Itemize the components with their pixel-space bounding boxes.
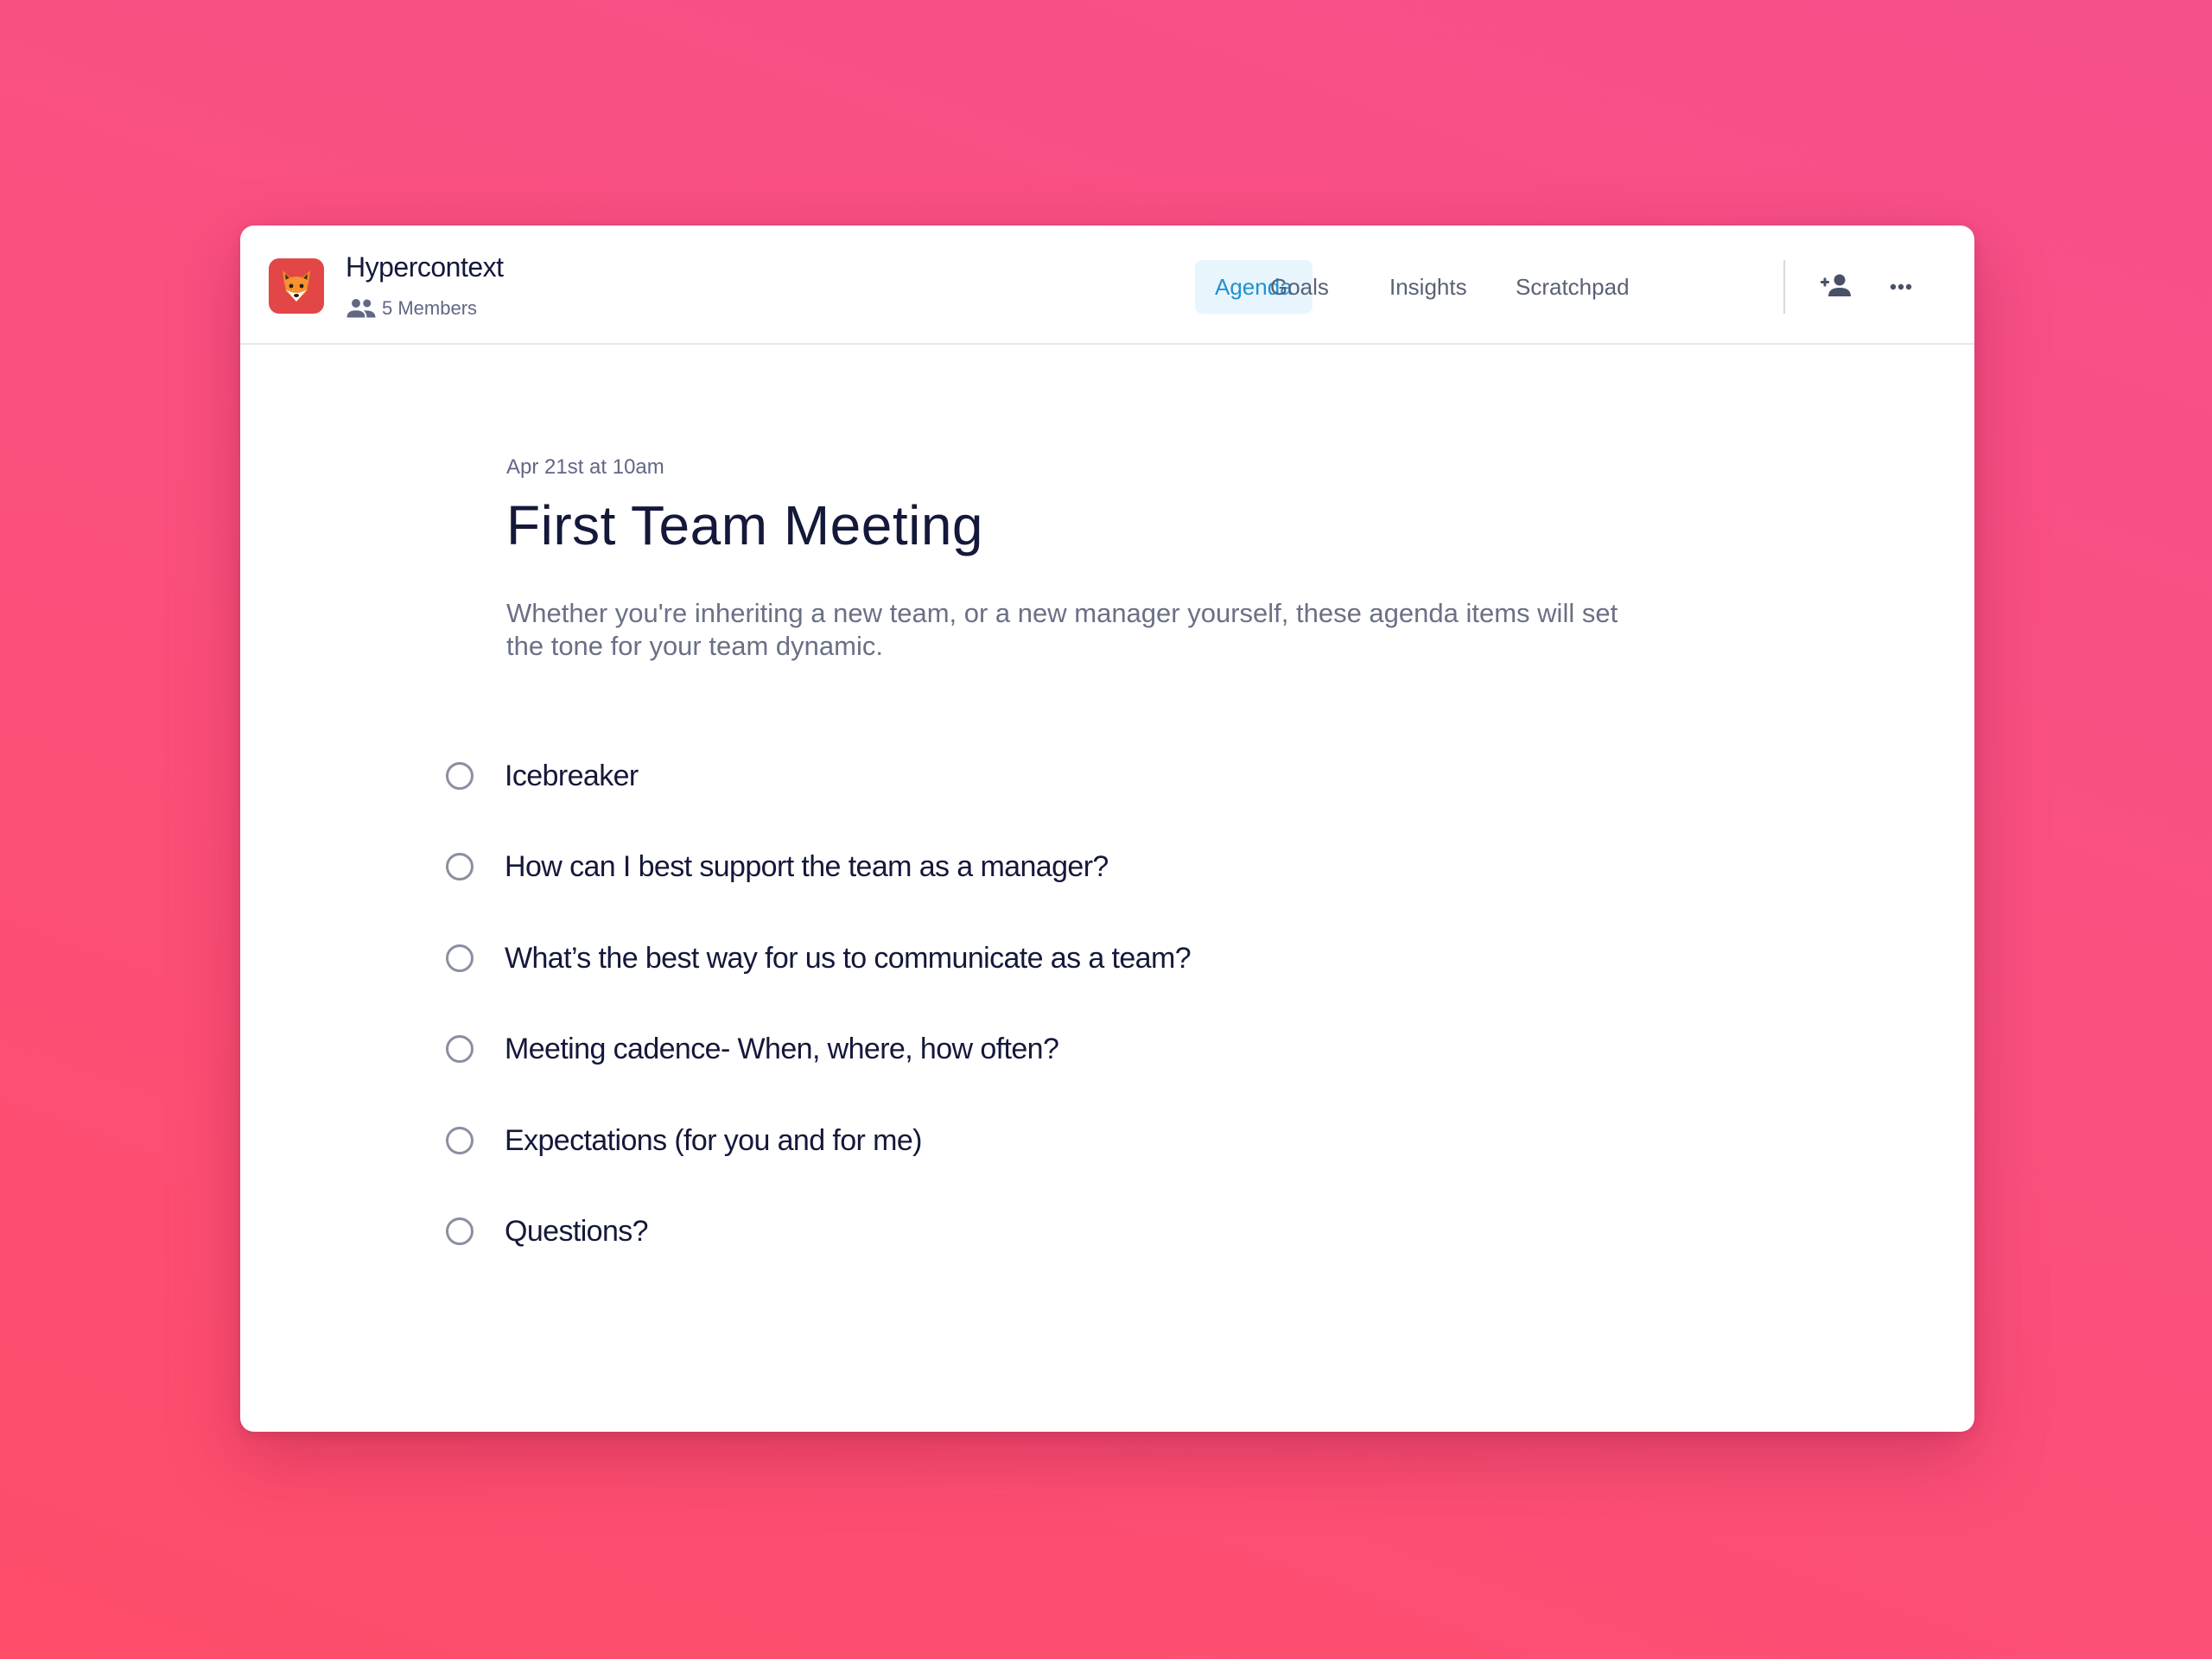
agenda-item-checkbox[interactable]: [446, 1217, 474, 1245]
add-member-icon: [1821, 274, 1851, 296]
fox-icon: [283, 270, 310, 302]
agenda-item[interactable]: Meeting cadence- When, where, how often?: [446, 1023, 1059, 1075]
agenda-item[interactable]: Expectations (for you and for me): [446, 1115, 922, 1166]
agenda-item-checkbox[interactable]: [446, 762, 474, 790]
more-options-icon: [1890, 283, 1912, 290]
meeting-title[interactable]: First Team Meeting: [506, 493, 983, 557]
agenda-item-checkbox[interactable]: [446, 853, 474, 880]
tab-insights[interactable]: Insights: [1370, 260, 1487, 314]
agenda-item-label[interactable]: Meeting cadence- When, where, how often?: [505, 1033, 1059, 1066]
header-divider: [1783, 260, 1785, 314]
app-window: Hypercontext 5 Members Agenda Goals Insi…: [240, 226, 1974, 1432]
tab-goals[interactable]: Goals: [1250, 260, 1349, 314]
agenda-item[interactable]: Questions?: [446, 1205, 649, 1257]
agenda-item[interactable]: What’s the best way for us to communicat…: [446, 932, 1192, 984]
agenda-item-checkbox[interactable]: [446, 1035, 474, 1063]
agenda-item-label[interactable]: What’s the best way for us to communicat…: [505, 942, 1192, 976]
agenda-item-checkbox[interactable]: [446, 944, 474, 972]
members-count[interactable]: 5 Members: [346, 295, 477, 322]
tab-scratchpad[interactable]: Scratchpad: [1496, 260, 1649, 314]
team-header: Hypercontext 5 Members Agenda Goals Insi…: [240, 226, 1974, 345]
add-member-button[interactable]: [1815, 265, 1858, 308]
team-name: Hypercontext: [346, 251, 504, 283]
team-avatar[interactable]: [269, 258, 324, 314]
meeting-description[interactable]: Whether you're inheriting a new team, or…: [506, 597, 1630, 663]
people-icon: [346, 299, 376, 318]
members-label: 5 Members: [382, 297, 478, 319]
agenda-item[interactable]: Icebreaker: [446, 750, 639, 802]
agenda-item-label[interactable]: Icebreaker: [505, 760, 639, 793]
agenda-item-checkbox[interactable]: [446, 1127, 474, 1154]
more-options-button[interactable]: [1879, 265, 1923, 308]
agenda-item-label[interactable]: Questions?: [505, 1215, 649, 1249]
agenda-item-label[interactable]: Expectations (for you and for me): [505, 1124, 922, 1158]
meeting-date: Apr 21st at 10am: [506, 455, 664, 479]
agenda-item[interactable]: How can I best support the team as a man…: [446, 841, 1109, 893]
agenda-item-label[interactable]: How can I best support the team as a man…: [505, 850, 1109, 884]
